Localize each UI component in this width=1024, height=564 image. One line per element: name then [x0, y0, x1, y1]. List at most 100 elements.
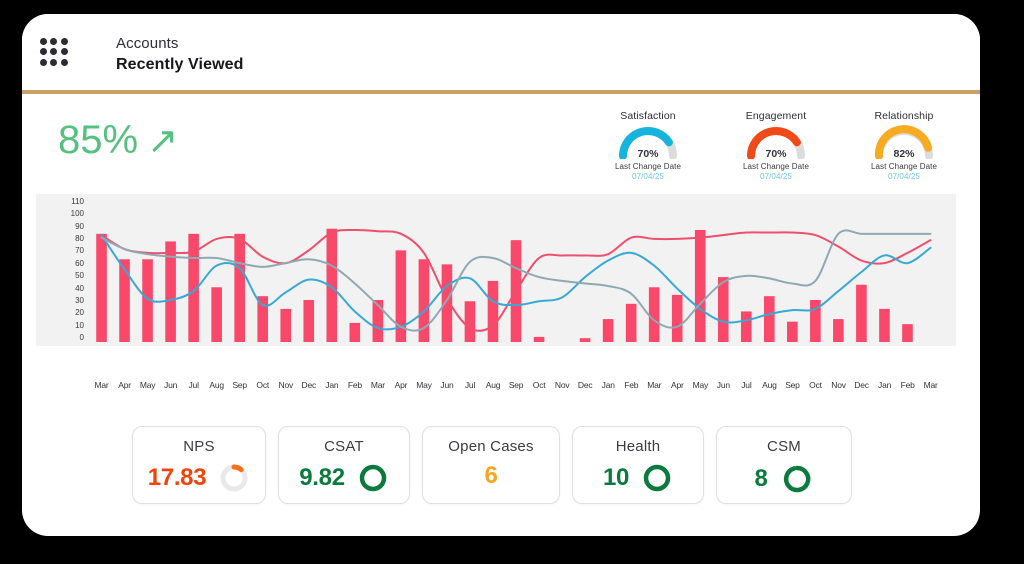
gauge-arc-relationship: 82% — [873, 125, 935, 159]
chart-x-axis: MarAprMayJunJulAugSepOctNovDecJanFebMarA… — [90, 380, 942, 390]
overall-score: 85% ↗ — [58, 118, 178, 163]
chart-bar — [718, 277, 729, 342]
x-tick-label: Dec — [850, 380, 873, 390]
y-tick-label: 20 — [75, 309, 84, 317]
x-tick-label: Mar — [90, 380, 113, 390]
x-tick-label: Oct — [804, 380, 827, 390]
x-tick-label: Jan — [597, 380, 620, 390]
chart-bar — [649, 287, 660, 342]
gauge-change-label: Last Change Date — [615, 162, 681, 171]
x-tick-label: Dec — [574, 380, 597, 390]
x-tick-label: Dec — [297, 380, 320, 390]
x-tick-label: Aug — [205, 380, 228, 390]
x-tick-label: Oct — [528, 380, 551, 390]
chart-svg — [90, 202, 942, 342]
chart-bar — [626, 304, 637, 342]
gauge-change-date: 07/04/25 — [760, 172, 792, 181]
app-header: Accounts Recently Viewed — [22, 14, 980, 90]
chart-bar — [695, 230, 706, 342]
chart-bar — [119, 259, 130, 342]
x-tick-label: Apr — [113, 380, 136, 390]
chart-y-axis: 1101009080706050403020100 — [56, 198, 84, 342]
chart-bar — [257, 296, 268, 342]
object-label: Accounts — [116, 34, 243, 54]
x-tick-label: Aug — [758, 380, 781, 390]
gauge-change-label: Last Change Date — [743, 162, 809, 171]
kpi-value: 6 — [484, 462, 497, 490]
x-tick-label: Aug — [482, 380, 505, 390]
chart-bar — [488, 281, 499, 342]
kpi-ring-csat — [357, 462, 389, 494]
gauge-arc-engagement: 70% — [745, 125, 807, 159]
chart-plot-area — [90, 202, 942, 342]
chart-bar — [833, 319, 844, 342]
kpi-row: NPS 17.83 CSAT 9.82 — [132, 426, 852, 504]
kpi-ring-csm — [780, 462, 814, 496]
x-tick-label: Feb — [896, 380, 919, 390]
app-launcher-grid-icon[interactable] — [40, 38, 68, 66]
x-tick-label: Jul — [182, 380, 205, 390]
header-divider — [22, 90, 980, 94]
gauge-relationship[interactable]: Relationship 82% Last Change Date 07/04/… — [856, 110, 952, 181]
y-tick-label: 10 — [75, 322, 84, 330]
chart-bar — [350, 323, 361, 342]
y-tick-label: 80 — [75, 235, 84, 243]
x-tick-label: Jun — [435, 380, 458, 390]
chart-bar — [234, 234, 245, 342]
x-tick-label: Jan — [320, 380, 343, 390]
overall-score-value: 85% — [58, 118, 138, 163]
dashboard-card: Accounts Recently Viewed 85% ↗ Satisfact… — [22, 14, 980, 536]
x-tick-label: Nov — [827, 380, 850, 390]
gauge-title: Satisfaction — [620, 110, 675, 122]
y-tick-label: 70 — [75, 247, 84, 255]
chart-bar — [303, 300, 314, 342]
x-tick-label: Sep — [228, 380, 251, 390]
kpi-card-nps[interactable]: NPS 17.83 — [132, 426, 266, 504]
arrow-up-right-icon: ↗ — [147, 121, 178, 161]
chart-bar — [465, 301, 476, 342]
chart-bar — [534, 337, 545, 342]
chart-bar — [580, 338, 591, 342]
gauge-satisfaction[interactable]: Satisfaction 70% Last Change Date 07/04/… — [600, 110, 696, 181]
kpi-title: CSM — [767, 438, 801, 455]
gauge-engagement[interactable]: Engagement 70% Last Change Date 07/04/25 — [728, 110, 824, 181]
chart-bar — [603, 319, 614, 342]
gauge-title: Relationship — [875, 110, 934, 122]
x-tick-label: Jun — [712, 380, 735, 390]
gauge-group: Satisfaction 70% Last Change Date 07/04/… — [600, 110, 952, 181]
chart-bar — [672, 295, 683, 342]
x-tick-label: Jul — [459, 380, 482, 390]
x-tick-label: Jul — [735, 380, 758, 390]
chart-bar — [902, 324, 913, 342]
kpi-card-csm[interactable]: CSM 8 — [716, 426, 852, 504]
gauge-title: Engagement — [746, 110, 807, 122]
x-tick-label: Feb — [343, 380, 366, 390]
x-tick-label: Sep — [781, 380, 804, 390]
x-tick-label: Jan — [873, 380, 896, 390]
chart-bar — [96, 234, 107, 342]
view-label[interactable]: Recently Viewed — [116, 54, 243, 75]
kpi-card-csat[interactable]: CSAT 9.82 — [278, 426, 410, 504]
chart-bar — [787, 322, 798, 342]
kpi-title: Health — [616, 438, 661, 455]
gauge-value: 70% — [745, 148, 807, 160]
x-tick-label: Sep — [505, 380, 528, 390]
x-tick-label: Nov — [551, 380, 574, 390]
gauge-change-date: 07/04/25 — [632, 172, 664, 181]
y-tick-label: 90 — [75, 223, 84, 231]
kpi-value: 10 — [603, 464, 629, 492]
x-tick-label: May — [412, 380, 435, 390]
kpi-value: 17.83 — [148, 464, 207, 492]
x-tick-label: Oct — [251, 380, 274, 390]
gauge-arc-satisfaction: 70% — [617, 125, 679, 159]
trend-chart[interactable]: 1101009080706050403020100 MarAprMayJunJu… — [36, 194, 956, 374]
y-tick-label: 40 — [75, 285, 84, 293]
x-tick-label: May — [689, 380, 712, 390]
y-tick-label: 30 — [75, 297, 84, 305]
kpi-title: NPS — [183, 438, 214, 455]
kpi-card-health[interactable]: Health 10 — [572, 426, 704, 504]
x-tick-label: Apr — [666, 380, 689, 390]
x-tick-label: May — [136, 380, 159, 390]
gauge-value: 82% — [873, 148, 935, 160]
kpi-card-open-cases[interactable]: Open Cases 6 — [422, 426, 560, 504]
